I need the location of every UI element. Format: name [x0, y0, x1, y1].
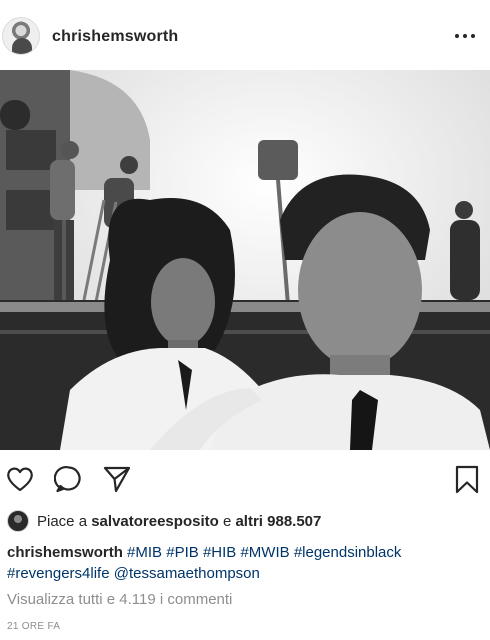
hashtag-legendsinblack[interactable]: #legendsinblack [294, 544, 402, 561]
liker-avatar[interactable] [7, 510, 29, 532]
hashtag-pib[interactable]: #PIB [166, 544, 199, 561]
post-actions [0, 450, 490, 508]
heart-icon[interactable] [5, 464, 35, 494]
post-caption: chrishemsworth #MIB #PIB #HIB #MWIB #leg… [7, 542, 487, 584]
likes-prefix: Piace a [37, 512, 88, 530]
likes-row: Piace a salvatoreesposito e altri 988.50… [7, 509, 321, 533]
hashtag-mib[interactable]: #MIB [127, 544, 162, 561]
profile-avatar[interactable] [2, 17, 40, 55]
more-options-icon[interactable] [455, 30, 479, 42]
hashtag-hib[interactable]: #HIB [203, 544, 236, 561]
hashtag-revengers4life[interactable]: #revengers4life [7, 565, 110, 582]
post-timestamp: 21 ORE FA [7, 621, 61, 632]
likes-middle: e [222, 512, 232, 530]
comment-icon[interactable] [54, 464, 84, 494]
hashtag-mwib[interactable]: #MWIB [240, 544, 289, 561]
post-header: chrishemsworth [0, 0, 490, 70]
send-icon[interactable] [102, 464, 132, 494]
bookmark-icon[interactable] [452, 464, 482, 494]
mention-tessamaethompson[interactable]: @tessamaethompson [114, 565, 260, 582]
post-username[interactable]: chrishemsworth [52, 28, 178, 46]
caption-username[interactable]: chrishemsworth [7, 544, 123, 561]
view-all-comments-link[interactable]: Visualizza tutti e 4.119 i commenti [7, 591, 232, 608]
liker-username[interactable]: salvatoreesposito [91, 513, 219, 530]
post-photo-illustration [0, 70, 490, 450]
post-photo[interactable] [0, 70, 490, 450]
likes-count[interactable]: altri 988.507 [235, 513, 321, 530]
